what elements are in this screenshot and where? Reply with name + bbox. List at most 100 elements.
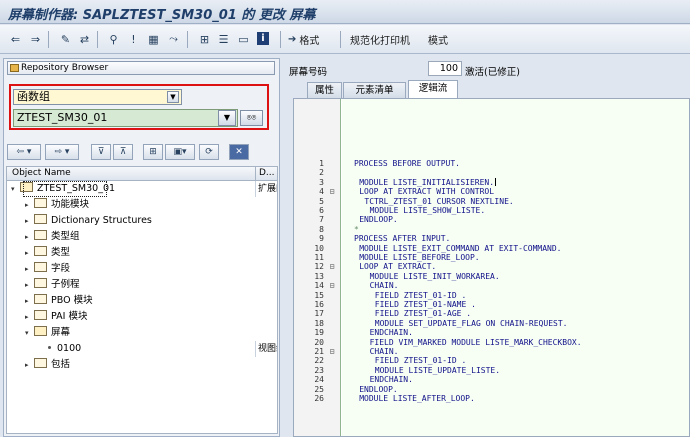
refresh-button[interactable]: ⟳ [199,144,219,160]
pretty-printer-button[interactable]: 规范化打印机 [350,31,410,47]
code-line[interactable]: MODULE LISTE_BEFORE_LOOP. [359,253,479,262]
expand-arrow-icon[interactable]: ▸ [25,213,34,229]
window-icon[interactable]: ▭ [236,31,251,47]
hierarchy-icon: ⊞ [149,147,157,157]
chevron-down-icon[interactable]: ▼ [167,91,179,103]
tree-node[interactable]: 0100 [39,341,81,357]
expand-arrow-icon[interactable]: ▸ [25,277,34,293]
code-line[interactable]: PROCESS BEFORE OUTPUT. [354,159,460,168]
column-object-name[interactable]: Object Name [12,167,71,180]
activate-icon[interactable]: ! [126,31,141,47]
tree-node[interactable]: ▸ 字段 [25,261,70,277]
expand-arrow-icon[interactable]: ▸ [25,229,34,245]
object-tree: Object Name D... ▾ZTEST_SM30_01扩展的▸功能模块▸… [6,166,278,434]
object-name-dropdown[interactable]: ▼ [218,110,236,126]
flow-logic-editor[interactable]: 1 PROCESS BEFORE OUTPUT. 2 3 MODULE LISTE_IN… [293,98,690,437]
hierarchy-icon[interactable]: ⊞ [197,31,212,47]
expand-arrow-icon[interactable]: ▸ [25,357,34,373]
code-line[interactable]: MODULE LISTE_INIT_WORKAREA. [370,272,500,281]
object-list-icon[interactable]: ☰ [216,31,231,47]
where-used-icon[interactable]: ⤳ [166,31,181,47]
tree-node[interactable]: ▾ 屏幕 [25,325,70,341]
tree-node[interactable]: ▸ PAI 模块 [25,309,87,325]
tree-node[interactable]: ▸ PBO 模块 [25,293,93,309]
code-line[interactable]: ENDLOOP. [359,385,398,394]
expand-arrow-icon[interactable]: ▸ [25,197,34,213]
tree-node[interactable]: ▸ Dictionary Structures [25,213,152,229]
toolbar-separator [48,31,49,48]
fold-toggle-icon[interactable]: ⊟ [327,281,337,290]
tree-node[interactable]: ▸ 功能模块 [25,197,89,213]
expand-arrow-icon[interactable]: ▸ [25,261,34,277]
code-line[interactable]: ENDLOOP. [359,215,398,224]
tree-node[interactable]: ▸ 包括 [25,357,70,373]
hierarchy-button[interactable]: ⊞ [143,144,163,160]
code-line[interactable]: FIELD ZTEST_01-ID . [375,291,467,300]
arrow-right-icon: ⇨ ▾ [54,147,70,157]
code-line[interactable]: MODULE LISTE_EXIT_COMMAND AT EXIT-COMMAN… [359,244,561,253]
repository-browser-button[interactable]: Repository Browser [7,61,275,75]
code-line[interactable]: TCTRL_ZTEST_01 CURSOR NEXTLINE. [364,197,513,206]
code-line[interactable]: FIELD VIM_MARKED MODULE LISTE_MARK_CHECK… [370,338,582,347]
collapse-button[interactable]: ⊽ [91,144,111,160]
expand-arrow-icon[interactable]: ▸ [25,309,34,325]
code-line[interactable]: CHAIN. [370,281,399,290]
tree-node-label: 0100 [57,343,82,354]
code-line[interactable]: FIELD ZTEST_01-ID . [375,356,467,365]
expand-arrow-icon[interactable]: ▸ [25,293,34,309]
layout-icon[interactable]: ▦ [146,31,161,47]
code-line[interactable]: PROCESS AFTER INPUT. [354,234,450,243]
line-number: 12 [314,262,324,272]
line-number: 4 [319,187,324,197]
fold-toggle-icon[interactable]: ⊟ [327,187,337,196]
code-line[interactable]: CHAIN. [370,347,399,356]
tab-element-list[interactable]: 元素清单 [343,82,406,98]
code-line[interactable]: MODULE LISTE_AFTER_LOOP. [359,394,475,403]
tree-selection-frame [23,181,107,197]
tab-attributes[interactable]: 属性 [307,82,342,98]
code-line[interactable]: ENDCHAIN. [370,328,413,337]
collapse-arrow-icon[interactable]: ▾ [25,325,34,341]
code-line[interactable]: FIELD ZTEST_01-NAME . [375,300,476,309]
code-line[interactable]: ENDCHAIN. [370,375,413,384]
code-line[interactable]: FIELD ZTEST_01-AGE . [375,309,471,318]
expand-button[interactable]: ⊼ [113,144,133,160]
close-browser-button[interactable]: ✕ [229,144,249,160]
code-line[interactable]: MODULE LISTE_UPDATE_LISTE. [375,366,500,375]
object-name-field[interactable]: ZTEST_SM30_01 [13,109,238,127]
previous-object-button[interactable]: ⇦ ▾ [7,144,41,160]
tab-flow-logic[interactable]: 逻辑流 [408,80,458,98]
collapse-arrow-icon[interactable]: ▾ [11,181,20,197]
code-line[interactable]: LOOP AT EXTRACT WITH CONTROL [359,187,494,196]
code-line[interactable]: * [354,225,359,234]
favorites-button[interactable]: ▣▾ [165,144,195,160]
fold-toggle-icon[interactable]: ⊟ [327,347,337,356]
collapse-icon: ⊽ [97,147,105,157]
line-number: 16 [314,300,324,309]
tree-node[interactable]: ▸ 子例程 [25,277,80,293]
code-line[interactable]: LOOP AT EXTRACT. [359,262,436,271]
pattern-button[interactable]: 模式 [428,31,448,47]
fold-toggle-icon[interactable]: ⊟ [327,262,337,271]
toolbar-separator [340,31,341,48]
edit-toggle-icon[interactable]: ✎ [58,31,73,47]
tree-node[interactable]: ▸ 类型 [25,245,70,261]
format-button[interactable]: ➔ 格式 [288,31,319,47]
display-object-button[interactable]: ⌾⌾ [240,110,263,126]
info-icon[interactable]: i [257,32,269,45]
code-line[interactable]: MODULE LISTE_SHOW_LISTE. [370,206,486,215]
check-icon[interactable]: ⚲ [106,31,121,47]
line-number: 19 [314,328,324,338]
line-number: 18 [314,318,324,328]
back-icon[interactable]: ⇐ [8,31,23,47]
forward-icon[interactable]: ⇒ [28,31,43,47]
column-description[interactable]: D... [255,167,277,180]
tree-node[interactable]: ▸ 类型组 [25,229,80,245]
code-line[interactable]: MODULE SET_UPDATE_FLAG ON CHAIN-REQUEST. [375,319,568,328]
screen-number-field[interactable]: 100 [428,61,462,76]
next-object-button[interactable]: ⇨ ▾ [45,144,79,160]
code-line[interactable]: MODULE LISTE_INITIALISIEREN. [359,178,496,187]
expand-arrow-icon[interactable]: ▸ [25,245,34,261]
object-type-select[interactable]: 函数组 ▼ [13,89,182,105]
display-change-icon[interactable]: ⇄ [77,31,92,47]
